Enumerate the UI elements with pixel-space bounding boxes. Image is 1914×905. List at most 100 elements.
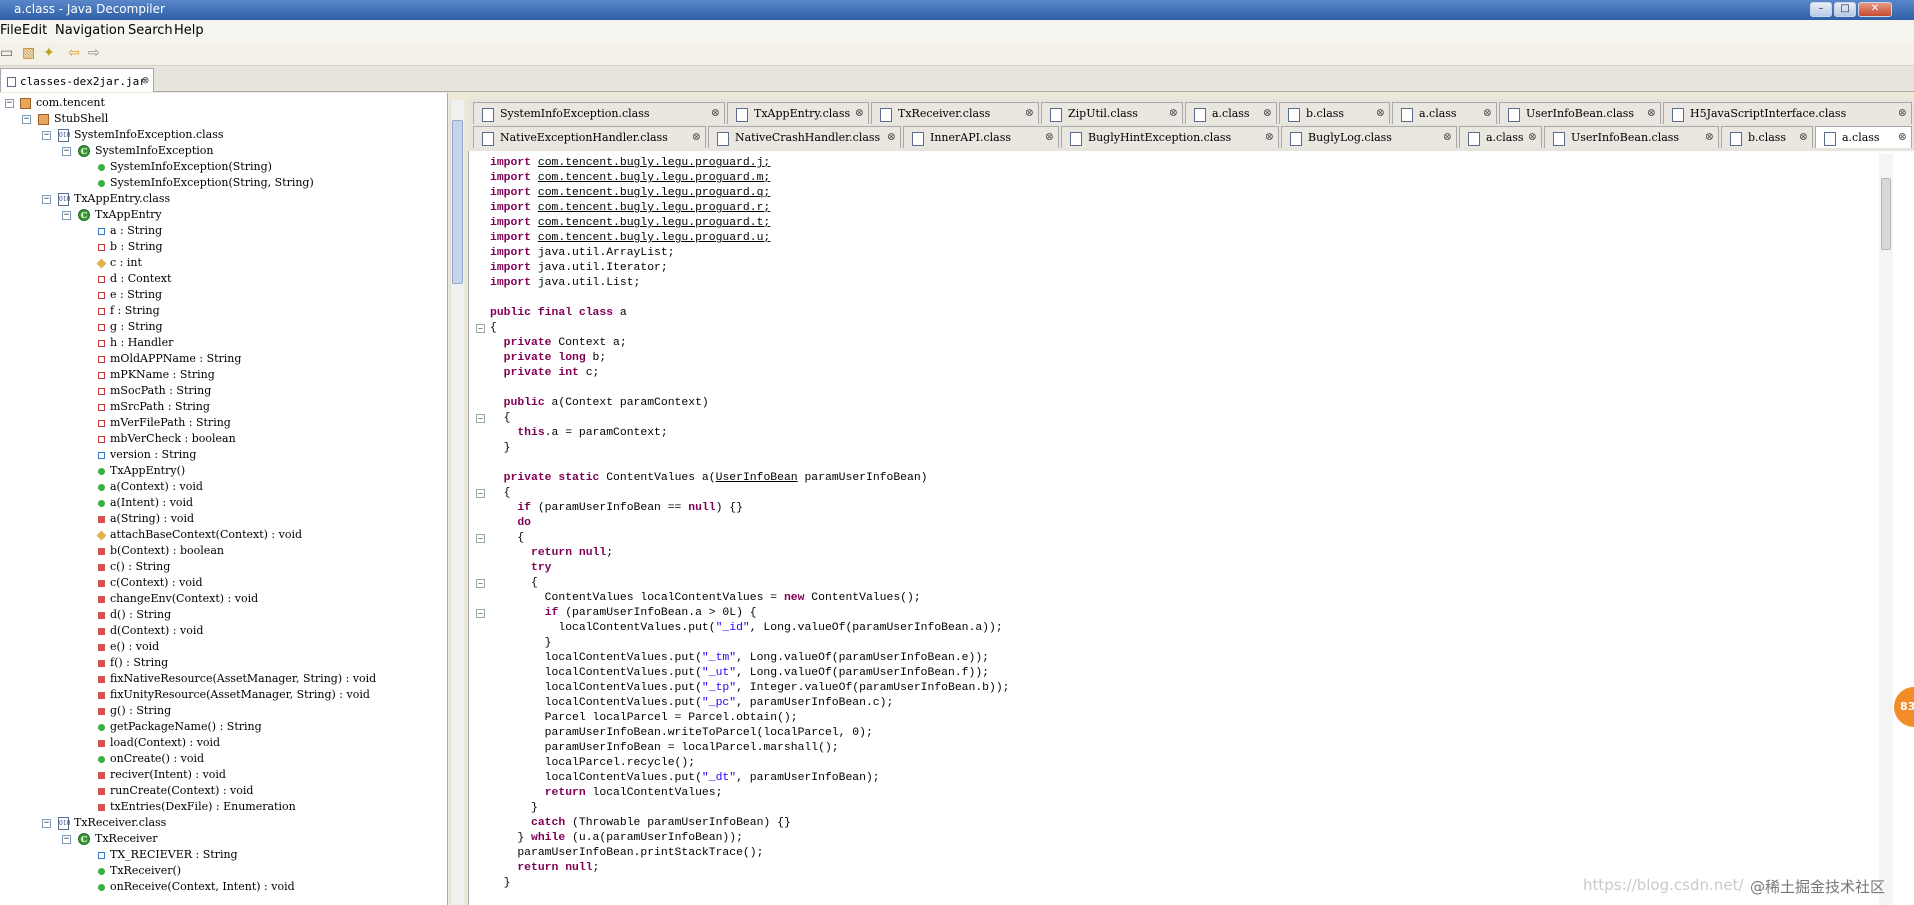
menu-navigation[interactable]: Navigation	[55, 23, 125, 38]
close-icon[interactable]: ⊗	[887, 130, 896, 143]
tree-node[interactable]: C TxAppEntry	[78, 207, 162, 223]
fold-toggle[interactable]: −	[476, 489, 485, 498]
tree-scrollbar[interactable]	[450, 100, 464, 905]
tree-node[interactable]: g : String	[96, 319, 163, 335]
fold-toggle[interactable]: −	[476, 534, 485, 543]
tree-node[interactable]: g() : String	[96, 703, 171, 719]
editor-tab[interactable]: a.class ⊗	[1185, 102, 1277, 124]
tree-node[interactable]: c : int	[96, 255, 142, 271]
maximize-button[interactable]: □	[1834, 2, 1856, 17]
code-scrollbar[interactable]	[1879, 154, 1893, 905]
editor-tab[interactable]: a.class ⊗	[1459, 126, 1542, 148]
editor-tab[interactable]: a.class ⊗	[1815, 126, 1912, 148]
editor-tab[interactable]: InnerAPI.class ⊗	[903, 126, 1059, 148]
fold-toggle[interactable]: −	[476, 324, 485, 333]
close-icon[interactable]: ⊗	[1898, 106, 1907, 119]
tree-node[interactable]: com.tencent	[20, 95, 105, 111]
close-icon[interactable]: ⊗	[1263, 106, 1272, 119]
tree-node[interactable]: TxReceiver()	[96, 863, 181, 879]
scrollbar-thumb[interactable]	[1881, 178, 1891, 250]
file-tab-classes-dex2jar[interactable]: classes-dex2jar.jar ⊗	[0, 68, 154, 92]
close-icon[interactable]: ⊗	[1045, 130, 1054, 143]
close-icon[interactable]: ⊗	[1647, 106, 1656, 119]
editor-tab[interactable]: TxAppEntry.class ⊗	[727, 102, 869, 124]
tree-node[interactable]: e : String	[96, 287, 162, 303]
tree-node[interactable]: b : String	[96, 239, 163, 255]
editor-tab[interactable]: BuglyLog.class ⊗	[1281, 126, 1457, 148]
tree-node[interactable]: C SystemInfoException	[78, 143, 213, 159]
tree-node[interactable]: 010 TxAppEntry.class	[58, 191, 170, 207]
minimize-button[interactable]: –	[1810, 2, 1832, 17]
tree-node[interactable]: fixUnityResource(AssetManager, String) :…	[96, 687, 370, 703]
tree-collapse-toggle[interactable]: −	[62, 147, 71, 156]
close-icon[interactable]: ⊗	[1443, 130, 1452, 143]
tree-node[interactable]: SystemInfoException(String, String)	[96, 175, 314, 191]
tree-node[interactable]: d : Context	[96, 271, 171, 287]
tree-node[interactable]: attachBaseContext(Context) : void	[96, 527, 302, 543]
fold-toggle[interactable]: −	[476, 609, 485, 618]
tree-node[interactable]: e() : void	[96, 639, 159, 655]
close-icon[interactable]: ⊗	[1528, 130, 1537, 143]
close-window-button[interactable]: ✕	[1858, 2, 1892, 17]
close-icon[interactable]: ⊗	[1025, 106, 1034, 119]
tree-node[interactable]: onReceive(Context, Intent) : void	[96, 879, 295, 895]
editor-tab[interactable]: NativeCrashHandler.class ⊗	[708, 126, 901, 148]
tree-node[interactable]: d(Context) : void	[96, 623, 203, 639]
menu-edit[interactable]: Edit	[22, 23, 47, 38]
tree-collapse-toggle[interactable]: −	[42, 819, 51, 828]
close-icon[interactable]: ⊗	[1799, 130, 1808, 143]
tree-node[interactable]: changeEnv(Context) : void	[96, 591, 258, 607]
tree-node[interactable]: mVerFilePath : String	[96, 415, 231, 431]
editor-tab[interactable]: TxReceiver.class ⊗	[871, 102, 1039, 124]
tree-node[interactable]: 010 TxReceiver.class	[58, 815, 166, 831]
editor-tab[interactable]: UserInfoBean.class ⊗	[1499, 102, 1661, 124]
close-icon[interactable]: ⊗	[1169, 106, 1178, 119]
tree-collapse-toggle[interactable]: −	[22, 115, 31, 124]
close-icon[interactable]: ⊗	[1376, 106, 1385, 119]
close-icon[interactable]: ⊗	[855, 106, 864, 119]
tree-node[interactable]: f() : String	[96, 655, 168, 671]
editor-tab[interactable]: UserInfoBean.class ⊗	[1544, 126, 1719, 148]
forward-arrow-icon[interactable]: ⇨	[88, 45, 100, 61]
tree-node[interactable]: a(String) : void	[96, 511, 194, 527]
tree-collapse-toggle[interactable]: −	[62, 211, 71, 220]
editor-tab[interactable]: NativeExceptionHandler.class ⊗	[473, 126, 706, 148]
tree-collapse-toggle[interactable]: −	[42, 131, 51, 140]
close-icon[interactable]: ⊗	[142, 73, 149, 87]
tree-node[interactable]: 010 SystemInfoException.class	[58, 127, 224, 143]
wand-icon[interactable]: ✦	[43, 45, 55, 61]
tree-node[interactable]: SystemInfoException(String)	[96, 159, 272, 175]
tree-node[interactable]: mSrcPath : String	[96, 399, 210, 415]
back-arrow-icon[interactable]: ⇦	[68, 45, 80, 61]
menu-search[interactable]: Search	[128, 23, 173, 38]
close-icon[interactable]: ⊗	[1898, 130, 1907, 143]
tree-node[interactable]: mbVerCheck : boolean	[96, 431, 236, 447]
code-editor[interactable]: − − − − − − import com.tencent.bugly.legu.pro…	[468, 151, 1914, 905]
tree-node[interactable]: mSocPath : String	[96, 383, 211, 399]
close-icon[interactable]: ⊗	[692, 130, 701, 143]
editor-tab[interactable]: SystemInfoException.class ⊗	[473, 102, 725, 124]
open-file-icon[interactable]: ▭	[0, 45, 13, 61]
tree-node[interactable]: b(Context) : boolean	[96, 543, 224, 559]
open-folder-icon[interactable]: ▧	[22, 45, 35, 61]
tree-node[interactable]: mOldAPPName : String	[96, 351, 241, 367]
tree-node[interactable]: f : String	[96, 303, 160, 319]
tree-collapse-toggle[interactable]: −	[62, 835, 71, 844]
tree-collapse-toggle[interactable]: −	[42, 195, 51, 204]
tree-node[interactable]: c(Context) : void	[96, 575, 203, 591]
tree-node[interactable]: C TxReceiver	[78, 831, 158, 847]
close-icon[interactable]: ⊗	[1265, 130, 1274, 143]
tree-node[interactable]: TxAppEntry()	[96, 463, 185, 479]
menu-help[interactable]: Help	[174, 23, 204, 38]
tree-node[interactable]: TX_RECIEVER : String	[96, 847, 238, 863]
tree-node[interactable]: onCreate() : void	[96, 751, 204, 767]
fold-toggle[interactable]: −	[476, 579, 485, 588]
tree-node[interactable]: version : String	[96, 447, 196, 463]
close-icon[interactable]: ⊗	[711, 106, 720, 119]
editor-tab[interactable]: a.class ⊗	[1392, 102, 1497, 124]
tree-node[interactable]: a(Context) : void	[96, 479, 203, 495]
tree-node[interactable]: fixNativeResource(AssetManager, String) …	[96, 671, 376, 687]
tree-node[interactable]: h : Handler	[96, 335, 173, 351]
close-icon[interactable]: ⊗	[1705, 130, 1714, 143]
tree-node[interactable]: reciver(Intent) : void	[96, 767, 226, 783]
